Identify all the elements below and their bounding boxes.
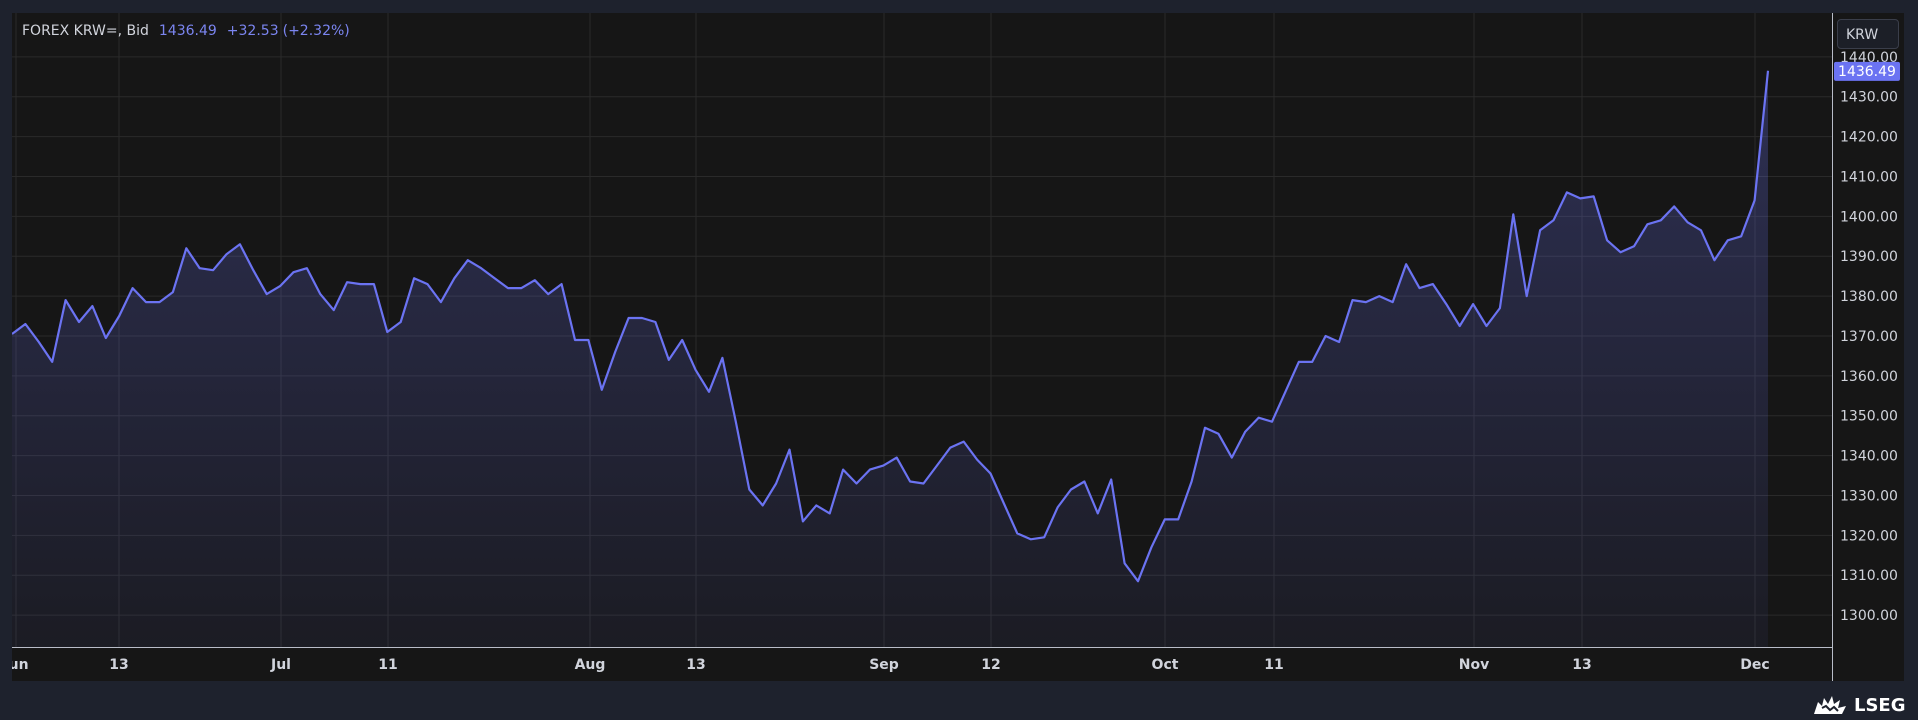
y-tick-label: 1350.00: [1840, 409, 1898, 425]
y-tick-label: 1400.00: [1840, 209, 1898, 225]
area-fill-shape: [12, 70, 1768, 648]
x-tick-label: 13: [686, 657, 705, 673]
brand-name: LSEG: [1854, 694, 1906, 716]
x-tick-label: Jul: [270, 657, 291, 673]
currency-selector-button[interactable]: KRW: [1837, 19, 1899, 49]
y-tick-label: 1310.00: [1840, 568, 1898, 584]
y-tick-label: 1420.00: [1840, 130, 1898, 146]
x-tick-label: 11: [1264, 657, 1283, 673]
price-change-percent: (+2.32%): [282, 23, 350, 39]
x-tick-label: Nov: [1459, 657, 1489, 673]
x-tick-label: Aug: [575, 657, 606, 673]
x-tick-label: Sep: [869, 657, 899, 673]
x-tick-label: Oct: [1152, 657, 1179, 673]
y-tick-label: 1300.00: [1840, 608, 1898, 624]
chart-legend: FOREX KRW=, Bid 1436.49 +32.53 (+2.32%): [22, 23, 350, 39]
last-price-tag-label: 1436.49: [1838, 64, 1896, 80]
x-tick-label: 11: [378, 657, 397, 673]
y-tick-label: 1430.00: [1840, 90, 1898, 106]
y-tick-label: 1370.00: [1840, 329, 1898, 345]
y-tick-label: 1360.00: [1840, 369, 1898, 385]
brand-logo: LSEG: [1812, 694, 1906, 716]
price-change-value: +32.53: [226, 23, 279, 39]
chart-panel: 1300.00 1310.00 1320.00 1330.00 1340.00 1350.…: [12, 13, 1904, 681]
instrument-label: FOREX KRW=, Bid: [22, 23, 149, 39]
x-tick-label: 13: [109, 657, 128, 673]
y-tick-label: 1390.00: [1840, 249, 1898, 265]
last-price-value: 1436.49: [158, 23, 217, 39]
price-chart[interactable]: 1300.00 1310.00 1320.00 1330.00 1340.00 1350.…: [12, 13, 1904, 681]
area-fill: [12, 70, 1770, 648]
y-tick-label: 1340.00: [1840, 449, 1898, 465]
y-tick-label: 1380.00: [1840, 289, 1898, 305]
y-tick-label: 1320.00: [1840, 528, 1898, 544]
last-price-tag: 1436.49: [1834, 61, 1900, 81]
y-tick-label: 1330.00: [1840, 488, 1898, 504]
x-tick-label: Dec: [1740, 657, 1769, 673]
x-tick-label: Jun: [12, 657, 29, 673]
lion-logo-icon: [1814, 696, 1846, 714]
y-tick-label: 1410.00: [1840, 169, 1898, 185]
x-tick-label: 12: [981, 657, 1000, 673]
x-tick-label: 13: [1572, 657, 1591, 673]
